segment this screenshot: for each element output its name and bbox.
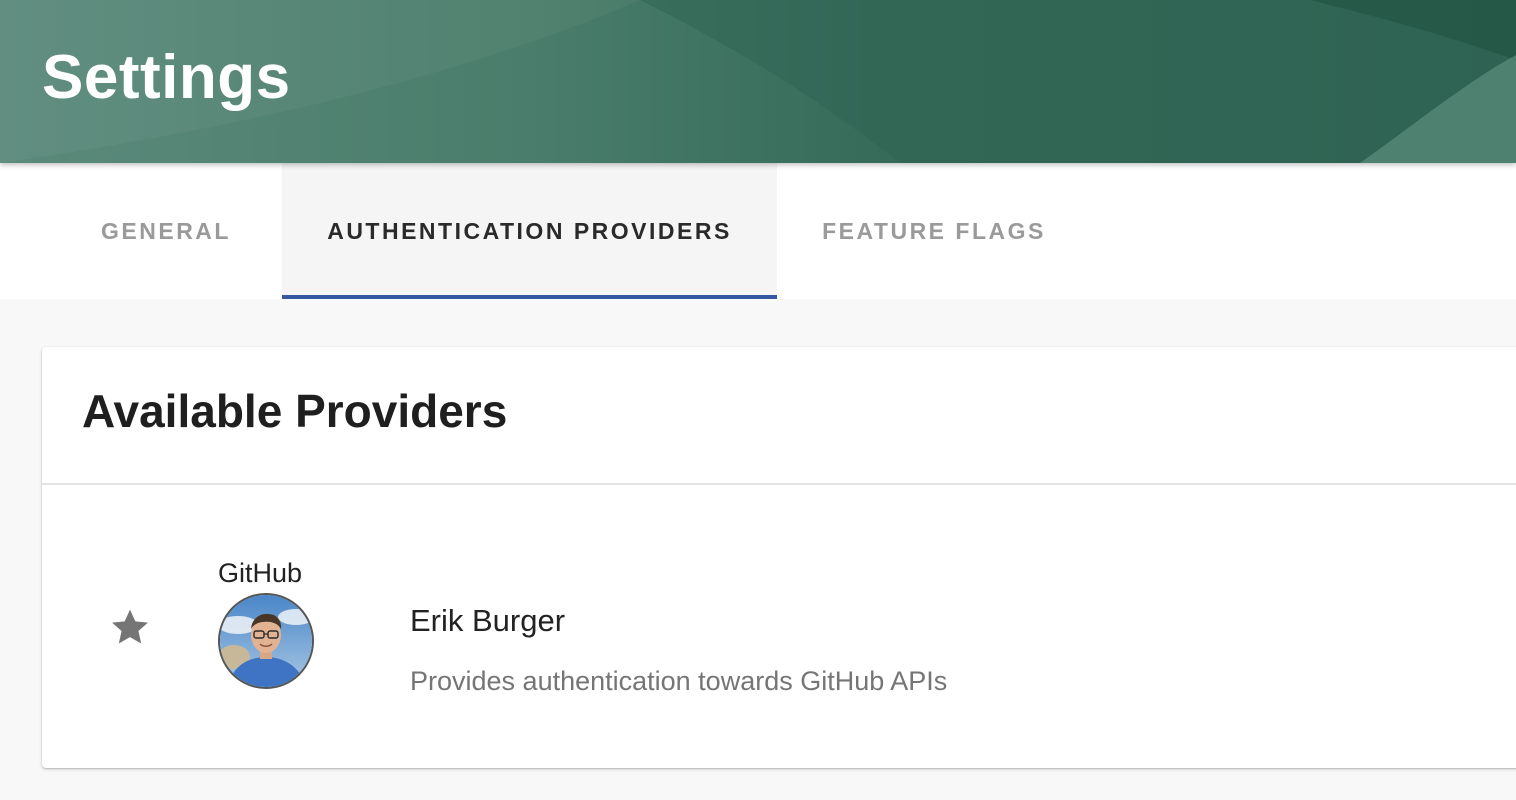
providers-card: Available Providers GitHub Erik Burger P… (42, 347, 1516, 768)
provider-name: GitHub (218, 558, 303, 588)
user-name: Erik Burger (410, 603, 566, 638)
card-divider (42, 483, 1516, 485)
tab-general[interactable]: GENERAL (50, 163, 282, 299)
tab-authentication-providers[interactable]: AUTHENTICATION PROVIDERS (282, 163, 777, 299)
user-avatar (218, 593, 314, 689)
page-title: Settings (42, 43, 291, 112)
tab-feature-flags[interactable]: FEATURE FLAGS (777, 163, 1091, 299)
provider-description: Provides authentication towards GitHub A… (410, 666, 948, 696)
star-icon[interactable] (108, 605, 152, 649)
avatar-image (220, 595, 312, 687)
settings-tabs: GENERAL AUTHENTICATION PROVIDERS FEATURE… (0, 163, 1516, 299)
card-title: Available Providers (82, 385, 508, 437)
page-header: Settings (0, 0, 1516, 163)
